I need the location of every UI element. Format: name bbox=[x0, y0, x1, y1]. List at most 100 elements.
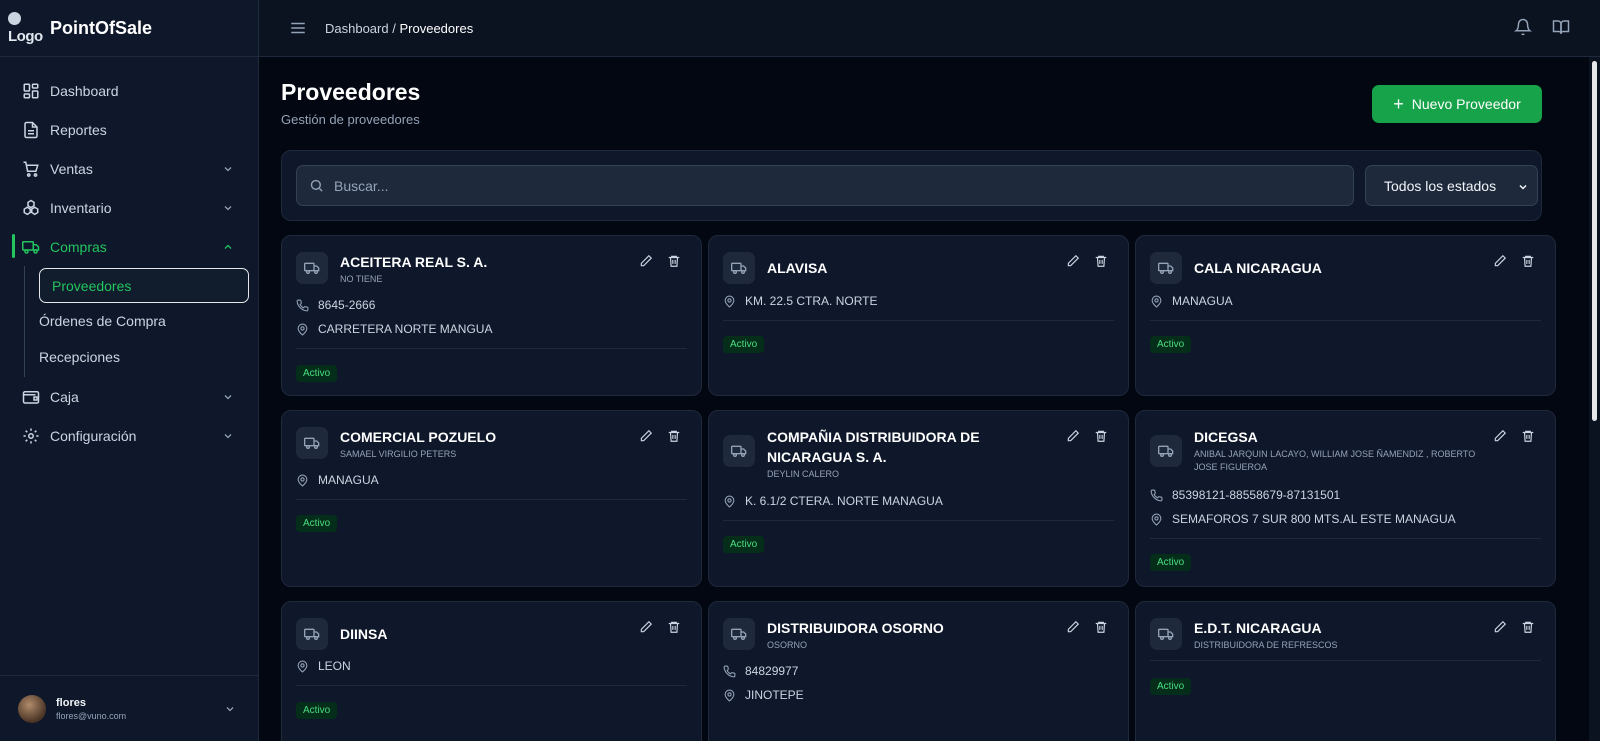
provider-address-text: JINOTEPE bbox=[745, 688, 804, 702]
provider-contact: DEYLIN CALERO bbox=[767, 469, 840, 479]
scrollbar[interactable] bbox=[1589, 57, 1600, 741]
card-actions bbox=[639, 429, 681, 443]
trash-icon[interactable] bbox=[1521, 254, 1535, 268]
sidebar-item-label: Inventario bbox=[50, 199, 112, 216]
scrollbar-thumb[interactable] bbox=[1592, 61, 1597, 421]
trash-icon[interactable] bbox=[1521, 620, 1535, 634]
brand[interactable]: Logo PointOfSale bbox=[0, 0, 258, 57]
breadcrumb-root[interactable]: Dashboard bbox=[325, 21, 389, 36]
brand-name: PointOfSale bbox=[50, 17, 153, 38]
edit-pencil-icon[interactable] bbox=[1066, 429, 1080, 443]
edit-pencil-icon[interactable] bbox=[1066, 620, 1080, 634]
provider-phone-text: 84829977 bbox=[745, 664, 799, 678]
provider-card[interactable]: ACEITERA REAL S. A. NO TIENE 8645-2666 C… bbox=[281, 235, 702, 396]
sidebar-item-reportes[interactable]: Reportes bbox=[0, 110, 258, 149]
provider-card[interactable]: COMPAÑIA DISTRIBUIDORA DE NICARAGUA S. A… bbox=[708, 410, 1129, 587]
logo-image-icon bbox=[8, 12, 21, 25]
divider bbox=[1150, 538, 1541, 539]
sidebar-subitem-ordenes-de-compra[interactable]: Órdenes de Compra bbox=[25, 303, 258, 339]
provider-contact: OSORNO bbox=[767, 640, 808, 650]
topbar-actions bbox=[1514, 18, 1570, 36]
provider-address: KM. 22.5 CTRA. NORTE bbox=[723, 294, 877, 308]
truck-icon bbox=[296, 427, 328, 459]
edit-pencil-icon[interactable] bbox=[1493, 429, 1507, 443]
trash-icon[interactable] bbox=[1094, 620, 1108, 634]
chevron-down-icon bbox=[224, 206, 232, 211]
provider-address-text: MANAGUA bbox=[318, 473, 379, 487]
bell-icon[interactable] bbox=[1514, 18, 1532, 36]
provider-contact: SAMAEL VIRGILIO PETERS bbox=[340, 449, 457, 459]
status-badge: Activo bbox=[723, 336, 765, 353]
map-pin-icon bbox=[297, 323, 308, 336]
status-filter-select[interactable]: Todos los estados bbox=[1365, 165, 1538, 206]
edit-pencil-icon[interactable] bbox=[1066, 254, 1080, 268]
trash-icon[interactable] bbox=[667, 254, 681, 268]
new-provider-button[interactable]: + Nuevo Proveedor bbox=[1372, 85, 1542, 123]
sidebar-item-inventario[interactable]: Inventario bbox=[0, 188, 258, 227]
edit-pencil-icon[interactable] bbox=[639, 254, 653, 268]
provider-name: CALA NICARAGUA bbox=[1194, 260, 1322, 276]
menu-icon[interactable] bbox=[289, 19, 307, 37]
sidebar-item-caja[interactable]: Caja bbox=[0, 377, 258, 416]
provider-contact: NO TIENE bbox=[340, 274, 383, 284]
search-input[interactable] bbox=[334, 177, 1334, 194]
edit-pencil-icon[interactable] bbox=[639, 429, 653, 443]
trash-icon[interactable] bbox=[667, 429, 681, 443]
provider-phone-text: 8645-2666 bbox=[318, 298, 376, 312]
edit-pencil-icon[interactable] bbox=[1493, 254, 1507, 268]
map-pin-icon bbox=[1151, 295, 1162, 308]
sidebar-item-ventas[interactable]: Ventas bbox=[0, 149, 258, 188]
provider-contact: ANIBAL JARQUIN LACAYO, WILLIAM JOSE ÑAME… bbox=[1194, 449, 1476, 472]
breadcrumb: Dashboard / Proveedores bbox=[325, 21, 473, 36]
map-pin-icon bbox=[724, 295, 735, 308]
book-open-icon[interactable] bbox=[1552, 18, 1570, 36]
user-menu[interactable]: flores flores@vuno.com bbox=[0, 675, 258, 741]
gear-icon bbox=[23, 428, 39, 443]
filter-bar: Todos los estados bbox=[281, 150, 1542, 221]
sidebar-subitem-recepciones[interactable]: Recepciones bbox=[25, 339, 258, 375]
dashboard-grid-icon bbox=[23, 83, 39, 98]
provider-address: CARRETERA NORTE MANGUA bbox=[296, 322, 492, 336]
sidebar-subitem-proveedores[interactable]: Proveedores bbox=[39, 268, 249, 303]
divider bbox=[1150, 660, 1541, 661]
sidebar-item-dashboard[interactable]: Dashboard bbox=[0, 71, 258, 110]
card-actions bbox=[1066, 429, 1108, 443]
status-badge: Activo bbox=[296, 365, 338, 382]
sidebar-item-label: Compras bbox=[50, 238, 107, 255]
trash-icon[interactable] bbox=[667, 620, 681, 634]
provider-name: COMPAÑIA DISTRIBUIDORA DE NICARAGUA S. A… bbox=[767, 429, 980, 465]
chevron-up-icon bbox=[224, 244, 232, 249]
sidebar: Logo PointOfSale Dashboard Reportes Vent… bbox=[0, 0, 259, 741]
card-actions bbox=[1066, 254, 1108, 268]
provider-name: ALAVISA bbox=[767, 260, 828, 276]
search-box[interactable] bbox=[296, 165, 1354, 206]
provider-card[interactable]: CALA NICARAGUA MANAGUA Activo bbox=[1135, 235, 1556, 396]
provider-card[interactable]: COMERCIAL POZUELO SAMAEL VIRGILIO PETERS… bbox=[281, 410, 702, 587]
card-actions bbox=[1493, 620, 1535, 634]
sidebar-item-compras[interactable]: Compras bbox=[0, 227, 258, 266]
map-pin-icon bbox=[724, 495, 735, 508]
chevron-down-icon bbox=[1519, 184, 1527, 190]
trash-icon[interactable] bbox=[1094, 429, 1108, 443]
provider-card[interactable]: DICEGSA ANIBAL JARQUIN LACAYO, WILLIAM J… bbox=[1135, 410, 1556, 587]
sidebar-item-label: Ventas bbox=[50, 160, 93, 177]
phone-icon bbox=[296, 299, 309, 311]
provider-phone: 8645-2666 bbox=[296, 298, 375, 312]
provider-card[interactable]: ALAVISA KM. 22.5 CTRA. NORTE Activo bbox=[708, 235, 1129, 396]
edit-pencil-icon[interactable] bbox=[1493, 620, 1507, 634]
provider-phone: 84829977 bbox=[723, 664, 798, 678]
trash-icon[interactable] bbox=[1521, 429, 1535, 443]
map-pin-icon bbox=[297, 660, 308, 673]
edit-pencil-icon[interactable] bbox=[639, 620, 653, 634]
user-email: flores@vuno.com bbox=[56, 710, 127, 721]
divider bbox=[296, 499, 687, 500]
divider bbox=[723, 320, 1114, 321]
provider-card[interactable]: DISTRIBUIDORA OSORNO OSORNO 84829977 JIN… bbox=[708, 601, 1129, 741]
cart-icon bbox=[23, 161, 39, 177]
status-badge: Activo bbox=[296, 515, 338, 532]
provider-card[interactable]: E.D.T. NICARAGUA DISTRIBUIDORA DE REFRES… bbox=[1135, 601, 1556, 741]
provider-card[interactable]: DIINSA LEON Activo bbox=[281, 601, 702, 741]
provider-address-text: K. 6.1/2 CTERA. NORTE MANAGUA bbox=[745, 494, 943, 508]
sidebar-item-configuracion[interactable]: Configuración bbox=[0, 416, 258, 455]
trash-icon[interactable] bbox=[1094, 254, 1108, 268]
